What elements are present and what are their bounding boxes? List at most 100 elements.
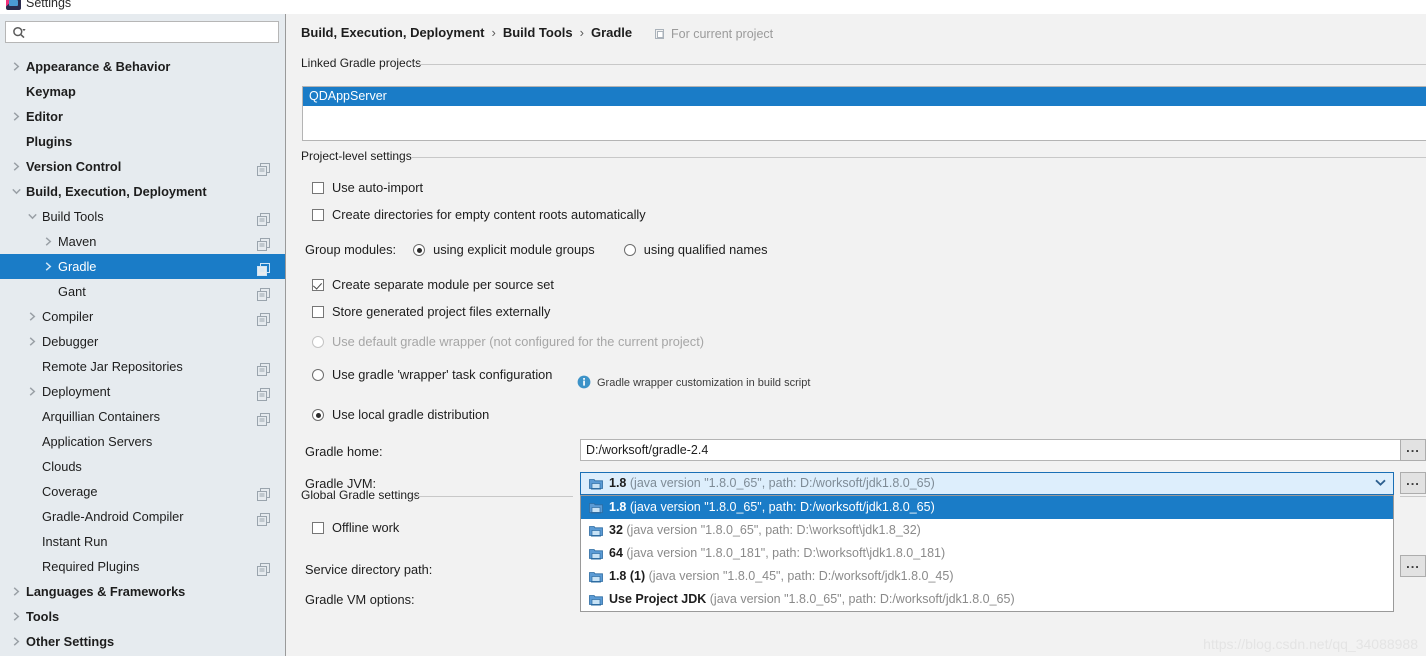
breadcrumb-part-1[interactable]: Build, Execution, Deployment xyxy=(301,25,484,40)
jvm-option-item[interactable]: 1.8 (java version "1.8.0_65", path: D:/w… xyxy=(581,496,1393,519)
sidebar-item-maven[interactable]: Maven xyxy=(0,229,285,254)
linked-projects-section-title: Linked Gradle projects xyxy=(301,56,422,70)
sidebar-item-other-settings[interactable]: Other Settings xyxy=(0,629,285,654)
sidebar-item-required-plugins[interactable]: Required Plugins xyxy=(0,554,285,579)
chevron-right-icon[interactable] xyxy=(40,229,56,254)
sidebar-item-tools[interactable]: Tools xyxy=(0,604,285,629)
breadcrumb-part-3[interactable]: Gradle xyxy=(591,25,632,40)
sidebar-item-editor[interactable]: Editor xyxy=(0,104,285,129)
sidebar-item-appearance-behavior[interactable]: Appearance & Behavior xyxy=(0,54,285,79)
create-separate-module-checkbox[interactable] xyxy=(312,279,324,291)
project-scope-icon xyxy=(257,410,270,426)
settings-search-box[interactable] xyxy=(5,21,279,44)
create-directories-checkbox-row[interactable]: Create directories for empty content roo… xyxy=(312,206,646,224)
sidebar-item-label: Remote Jar Repositories xyxy=(42,359,183,374)
sidebar-item-gradle[interactable]: Gradle xyxy=(0,254,285,279)
local-distribution-radio-row[interactable]: Use local gradle distribution xyxy=(312,406,489,424)
chevron-right-icon[interactable] xyxy=(24,329,40,354)
chevron-right-icon[interactable] xyxy=(8,629,24,654)
project-scope-icon xyxy=(257,160,270,176)
sidebar-item-build-tools[interactable]: Build Tools xyxy=(0,204,285,229)
sidebar-item-instant-run[interactable]: Instant Run xyxy=(0,529,285,554)
create-directories-checkbox[interactable] xyxy=(312,209,324,221)
chevron-right-icon[interactable] xyxy=(8,604,24,629)
chevron-right-icon[interactable] xyxy=(8,54,24,79)
service-directory-label: Service directory path: xyxy=(305,562,433,577)
jvm-option-item[interactable]: 1.8 (1) (java version "1.8.0_45", path: … xyxy=(581,565,1393,588)
sidebar-item-arquillian-containers[interactable]: Arquillian Containers xyxy=(0,404,285,429)
sidebar-item-label: Plugins xyxy=(26,134,73,149)
jvm-option-name: 64 xyxy=(609,546,623,560)
project-scope-icon xyxy=(257,210,270,226)
global-settings-section-title: Global Gradle settings xyxy=(301,488,420,502)
sidebar-item-plugins[interactable]: Plugins xyxy=(0,129,285,154)
jvm-option-description: (java version "1.8.0_181", path: D:\work… xyxy=(626,546,946,560)
offline-work-checkbox-row[interactable]: Offline work xyxy=(312,519,399,537)
gradle-jvm-browse-button[interactable]: ... xyxy=(1400,472,1426,494)
task-wrapper-radio[interactable] xyxy=(312,369,324,381)
group-modules-explicit-radio[interactable] xyxy=(413,244,426,256)
local-distribution-radio[interactable] xyxy=(312,409,324,421)
create-separate-module-label: Create separate module per source set xyxy=(332,277,554,292)
project-settings-divider xyxy=(412,157,1426,158)
task-wrapper-radio-row[interactable]: Use gradle 'wrapper' task configuration xyxy=(312,366,552,384)
create-separate-module-checkbox-row[interactable]: Create separate module per source set xyxy=(312,276,554,294)
local-distribution-label: Use local gradle distribution xyxy=(332,407,490,422)
sidebar-item-remote-jar-repositories[interactable]: Remote Jar Repositories xyxy=(0,354,285,379)
breadcrumb-separator-1: › xyxy=(491,25,496,40)
sidebar-item-debugger[interactable]: Debugger xyxy=(0,329,285,354)
gradle-jvm-combobox[interactable]: 1.8 (java version "1.8.0_65", path: D:/w… xyxy=(580,472,1394,495)
project-scope-icon xyxy=(257,485,270,501)
gradle-home-browse-button[interactable]: ... xyxy=(1400,439,1426,461)
group-modules-label: Group modules: xyxy=(305,242,397,257)
sidebar-item-version-control[interactable]: Version Control xyxy=(0,154,285,179)
create-directories-label: Create directories for empty content roo… xyxy=(332,207,646,222)
sidebar-item-label: Gant xyxy=(58,284,86,299)
jvm-option-item[interactable]: 64 (java version "1.8.0_181", path: D:\w… xyxy=(581,542,1393,565)
sidebar-item-keymap[interactable]: Keymap xyxy=(0,79,285,104)
linked-gradle-projects-list[interactable]: QDAppServer xyxy=(302,86,1426,141)
breadcrumb-part-2[interactable]: Build Tools xyxy=(503,25,573,40)
jvm-option-item[interactable]: 32 (java version "1.8.0_65", path: D:\wo… xyxy=(581,519,1393,542)
sidebar-item-compiler[interactable]: Compiler xyxy=(0,304,285,329)
chevron-right-icon[interactable] xyxy=(24,304,40,329)
jdk-folder-icon xyxy=(589,545,603,565)
chevron-right-icon[interactable] xyxy=(24,379,40,404)
project-scope-icon xyxy=(257,560,270,576)
sidebar-item-gradle-android-compiler[interactable]: Gradle-Android Compiler xyxy=(0,504,285,529)
sidebar-item-application-servers[interactable]: Application Servers xyxy=(0,429,285,454)
store-external-checkbox[interactable] xyxy=(312,306,324,318)
sidebar-item-build-execution-deployment[interactable]: Build, Execution, Deployment xyxy=(0,179,285,204)
sidebar-item-coverage[interactable]: Coverage xyxy=(0,479,285,504)
use-auto-import-checkbox-row[interactable]: Use auto-import xyxy=(312,179,423,197)
sidebar-item-clouds[interactable]: Clouds xyxy=(0,454,285,479)
chevron-right-icon[interactable] xyxy=(8,579,24,604)
group-modules-qualified-radio[interactable] xyxy=(623,244,636,256)
list-item[interactable]: QDAppServer xyxy=(303,87,1426,106)
jvm-option-item[interactable]: Use Project JDK (java version "1.8.0_65"… xyxy=(581,588,1393,611)
wrapper-info-note: Gradle wrapper customization in build sc… xyxy=(577,375,810,392)
store-external-checkbox-row[interactable]: Store generated project files externally xyxy=(312,303,550,321)
chevron-right-icon[interactable] xyxy=(40,254,56,279)
sidebar-item-deployment[interactable]: Deployment xyxy=(0,379,285,404)
use-auto-import-checkbox[interactable] xyxy=(312,182,324,194)
sidebar-item-gant[interactable]: Gant xyxy=(0,279,285,304)
breadcrumb: Build, Execution, Deployment › Build Tools… xyxy=(301,25,632,40)
service-directory-browse-button[interactable]: ... xyxy=(1400,555,1426,577)
chevron-right-icon[interactable] xyxy=(8,154,24,179)
search-input[interactable] xyxy=(32,22,274,44)
jdk-folder-icon xyxy=(589,522,603,542)
offline-work-checkbox[interactable] xyxy=(312,522,324,534)
gradle-jvm-dropdown-list[interactable]: 1.8 (java version "1.8.0_65", path: D:/w… xyxy=(580,495,1394,612)
gradle-home-input[interactable]: D:/worksoft/gradle-2.4 xyxy=(580,439,1426,461)
chevron-down-icon[interactable] xyxy=(1371,473,1389,494)
sidebar-item-languages-frameworks[interactable]: Languages & Frameworks xyxy=(0,579,285,604)
jvm-option-description: (java version "1.8.0_65", path: D:\works… xyxy=(626,523,921,537)
chevron-down-icon[interactable] xyxy=(24,204,40,229)
project-scope-icon xyxy=(257,385,270,401)
chevron-down-icon[interactable] xyxy=(8,179,24,204)
chevron-right-icon[interactable] xyxy=(8,104,24,129)
